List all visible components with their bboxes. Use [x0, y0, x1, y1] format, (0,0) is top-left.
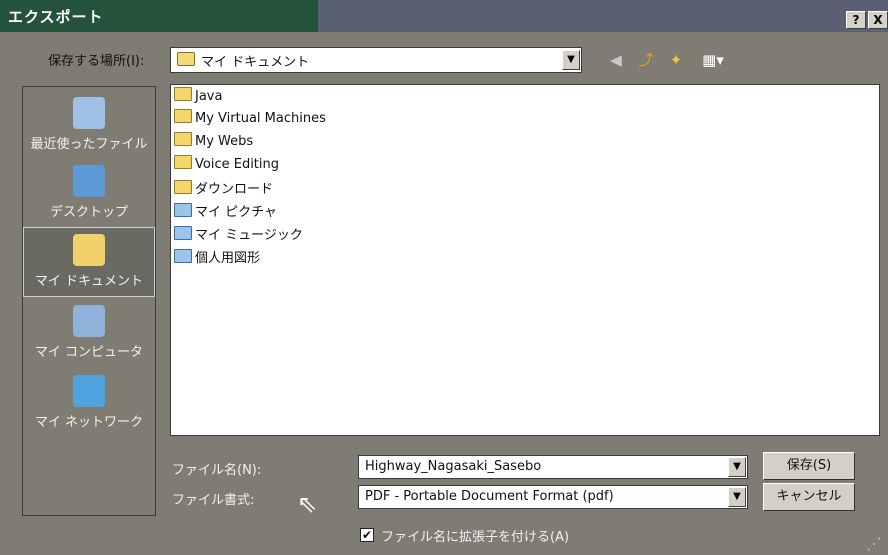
format-label: ファイル書式:	[172, 493, 255, 508]
list-item[interactable]: My Webs	[174, 132, 253, 155]
help-button[interactable]: ?	[846, 11, 866, 29]
chevron-down-icon[interactable]: ▼	[562, 50, 580, 70]
save-in-label: 保存する場所(I):	[48, 54, 145, 69]
back-arrow-icon[interactable]: ◀	[606, 50, 626, 70]
place-desktop[interactable]: デスクトップ	[23, 159, 155, 229]
append-extension-label: ファイル名に拡張子を付ける(A)	[381, 530, 570, 545]
filename-value: Highway_Nagasaki_Sasebo	[365, 459, 542, 474]
new-folder-icon[interactable]: ✦	[666, 50, 686, 70]
music-folder-icon	[174, 226, 192, 240]
format-select[interactable]: PDF - Portable Document Format (pdf) ▼	[358, 485, 748, 509]
append-extension-checkbox[interactable]: ✔	[360, 528, 374, 542]
save-button[interactable]: 保存(S)	[763, 452, 855, 480]
place-my-documents[interactable]: マイ ドキュメント	[23, 227, 155, 297]
folder-icon	[174, 132, 192, 146]
list-item[interactable]: マイ ピクチャ	[174, 201, 277, 224]
place-my-network[interactable]: マイ ネットワーク	[23, 369, 155, 439]
up-folder-icon[interactable]: ⤴	[636, 50, 656, 70]
window-title: エクスポート	[8, 8, 104, 26]
save-in-dropdown[interactable]: マイ ドキュメント ▼	[170, 47, 582, 73]
list-item[interactable]: 個人用図形	[174, 247, 260, 270]
chevron-down-icon[interactable]: ▼	[728, 487, 746, 507]
resize-grip-icon[interactable]: ⋰	[866, 534, 886, 554]
list-item[interactable]: My Virtual Machines	[174, 109, 326, 132]
recent-documents-icon	[73, 97, 105, 129]
filename-input[interactable]: Highway_Nagasaki_Sasebo ▼	[358, 455, 748, 479]
pictures-folder-icon	[174, 203, 192, 217]
my-network-icon	[73, 375, 105, 407]
list-item[interactable]: ダウンロード	[174, 178, 273, 201]
my-documents-icon	[73, 234, 105, 266]
folder-icon	[174, 109, 192, 123]
place-label: マイ ネットワーク	[34, 415, 144, 430]
place-label: デスクトップ	[49, 205, 128, 220]
views-menu-icon[interactable]: ▦▾	[696, 50, 730, 70]
place-label: 最近使ったファイル	[30, 137, 148, 152]
list-item[interactable]: Java	[174, 87, 222, 110]
folder-icon	[174, 180, 192, 194]
my-documents-icon	[177, 52, 195, 66]
place-label: マイ コンピュータ	[34, 345, 144, 360]
place-my-computer[interactable]: マイ コンピュータ	[23, 299, 155, 369]
save-in-value: マイ ドキュメント	[201, 55, 310, 70]
filename-label: ファイル名(N):	[172, 463, 262, 478]
close-button[interactable]: X	[868, 11, 888, 29]
folder-icon	[174, 87, 192, 101]
place-recent[interactable]: 最近使ったファイル	[23, 91, 155, 161]
shapes-folder-icon	[174, 249, 192, 263]
place-label: マイ ドキュメント	[34, 274, 144, 289]
desktop-icon	[73, 165, 105, 197]
chevron-down-icon[interactable]: ▼	[728, 457, 746, 477]
list-item[interactable]: マイ ミュージック	[174, 224, 303, 247]
folder-icon	[174, 155, 192, 169]
places-bar: 最近使ったファイル デスクトップ マイ ドキュメント マイ コンピュータ マイ …	[22, 86, 156, 516]
file-list[interactable]: Java My Virtual Machines My Webs Voice E…	[170, 84, 880, 436]
cancel-button[interactable]: キャンセル	[763, 483, 855, 511]
mouse-cursor-icon: ⇖	[297, 490, 318, 518]
my-computer-icon	[73, 305, 105, 337]
list-item[interactable]: Voice Editing	[174, 155, 279, 178]
format-value: PDF - Portable Document Format (pdf)	[365, 489, 614, 504]
